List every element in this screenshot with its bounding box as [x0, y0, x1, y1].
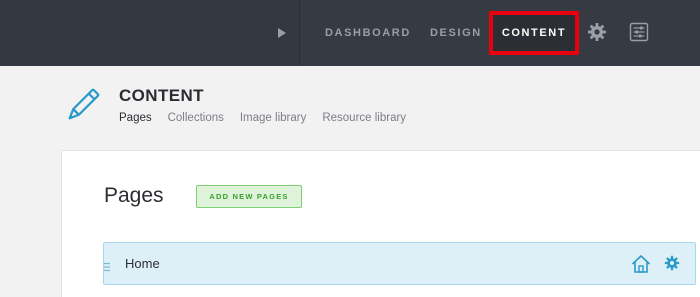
nav-content[interactable]: CONTENT	[502, 27, 566, 39]
play-icon[interactable]	[276, 26, 288, 40]
nav-content-highlighted[interactable]: CONTENT	[489, 11, 579, 55]
page-title: CONTENT	[119, 86, 204, 105]
subnav-resource-library[interactable]: Resource library	[322, 112, 406, 124]
add-new-pages-button[interactable]: ADD NEW PAGES	[196, 185, 302, 208]
home-icon[interactable]	[631, 254, 651, 274]
sliders-icon[interactable]	[629, 22, 649, 42]
pages-panel: Pages ADD NEW PAGES Home	[61, 150, 700, 297]
nav-design[interactable]: DESIGN	[430, 24, 482, 42]
drag-handle-icon[interactable]	[104, 259, 112, 272]
top-bar-left-panel	[0, 0, 300, 66]
top-navigation-bar: DASHBOARD DESIGN CONTENT	[0, 0, 700, 66]
subnav-image-library[interactable]: Image library	[240, 112, 306, 124]
nav-dashboard[interactable]: DASHBOARD	[325, 24, 411, 42]
gear-icon[interactable]	[587, 22, 607, 42]
pencil-icon	[62, 88, 100, 126]
sub-navigation: Pages Collections Image library Resource…	[119, 112, 422, 124]
gear-icon[interactable]	[664, 255, 680, 271]
page-row-label: Home	[125, 256, 160, 271]
subnav-collections[interactable]: Collections	[168, 112, 224, 124]
panel-title: Pages	[104, 184, 164, 207]
page-row-home[interactable]: Home	[103, 242, 696, 285]
subnav-pages[interactable]: Pages	[119, 112, 152, 124]
